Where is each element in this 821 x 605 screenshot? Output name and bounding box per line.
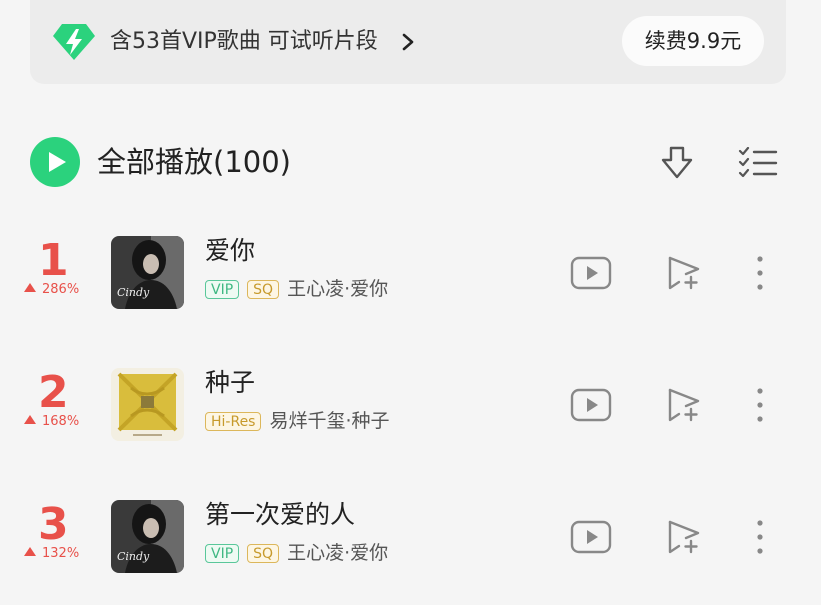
- vip-badge: VIP: [205, 543, 240, 563]
- vip-banner-text: 含53首VIP歌曲 可试听片段: [110, 29, 378, 54]
- artist-album[interactable]: 王心凌·爱你: [287, 277, 388, 301]
- sq-quality-badge: SQ: [247, 279, 280, 299]
- trend-percent: 132%: [42, 546, 80, 561]
- play-all-label[interactable]: 全部播放(100): [97, 142, 291, 182]
- trend-indicator: 132%: [24, 546, 79, 562]
- trend-up-icon: [24, 415, 36, 424]
- artist-album[interactable]: 易烊千玺·种子: [269, 409, 389, 433]
- mv-play-icon[interactable]: [570, 520, 612, 554]
- vip-banner[interactable]: 含53首VIP歌曲 可试听片段 续费9.9元: [30, 0, 786, 84]
- song-meta: VIP SQ 王心凌·爱你: [205, 277, 388, 301]
- album-cover[interactable]: Cindy: [111, 236, 184, 309]
- add-to-playlist-icon[interactable]: [666, 519, 704, 555]
- song-row[interactable]: 2 168% 种子 Hi-Res 易烊千玺·种子: [0, 354, 821, 454]
- sq-quality-badge: SQ: [247, 543, 280, 563]
- song-row[interactable]: 1 286% Cindy 爱你 VIP SQ 王心凌·爱你: [0, 222, 821, 322]
- rank-number: 3: [38, 499, 69, 550]
- hi-res-badge: Hi-Res: [205, 411, 262, 431]
- song-title[interactable]: 第一次爱的人: [205, 498, 355, 532]
- add-to-playlist-icon[interactable]: [666, 387, 704, 423]
- play-icon: [49, 152, 66, 172]
- song-title[interactable]: 爱你: [205, 234, 255, 268]
- multi-select-list-icon[interactable]: [738, 146, 778, 179]
- trend-indicator: 168%: [24, 414, 79, 430]
- mv-play-icon[interactable]: [570, 388, 612, 422]
- more-vertical-icon[interactable]: [752, 254, 768, 292]
- chevron-right-icon: [402, 33, 414, 51]
- renew-vip-button[interactable]: 续费9.9元: [622, 16, 764, 66]
- album-cover[interactable]: [111, 368, 184, 441]
- trend-percent: 168%: [42, 414, 80, 429]
- svg-text:Cindy: Cindy: [117, 286, 150, 299]
- more-vertical-icon[interactable]: [752, 518, 768, 556]
- play-all-button[interactable]: [30, 137, 80, 187]
- song-meta: Hi-Res 易烊千玺·种子: [205, 409, 390, 433]
- vip-badge: VIP: [205, 279, 240, 299]
- download-icon[interactable]: [660, 145, 694, 181]
- add-to-playlist-icon[interactable]: [666, 255, 704, 291]
- song-row[interactable]: 3 132% Cindy 第一次爱的人 VIP SQ 王心凌·爱你: [0, 486, 821, 586]
- lightning-diamond-icon: [52, 22, 96, 62]
- mv-play-icon[interactable]: [570, 256, 612, 290]
- rank-number: 2: [38, 367, 69, 418]
- song-title[interactable]: 种子: [205, 366, 255, 400]
- artist-album[interactable]: 王心凌·爱你: [287, 541, 388, 565]
- rank-number: 1: [38, 235, 69, 286]
- trend-up-icon: [24, 547, 36, 556]
- svg-text:Cindy: Cindy: [117, 550, 150, 563]
- more-vertical-icon[interactable]: [752, 386, 768, 424]
- trend-percent: 286%: [42, 282, 80, 297]
- album-cover[interactable]: Cindy: [111, 500, 184, 573]
- trend-indicator: 286%: [24, 282, 79, 298]
- song-meta: VIP SQ 王心凌·爱你: [205, 541, 388, 565]
- trend-up-icon: [24, 283, 36, 292]
